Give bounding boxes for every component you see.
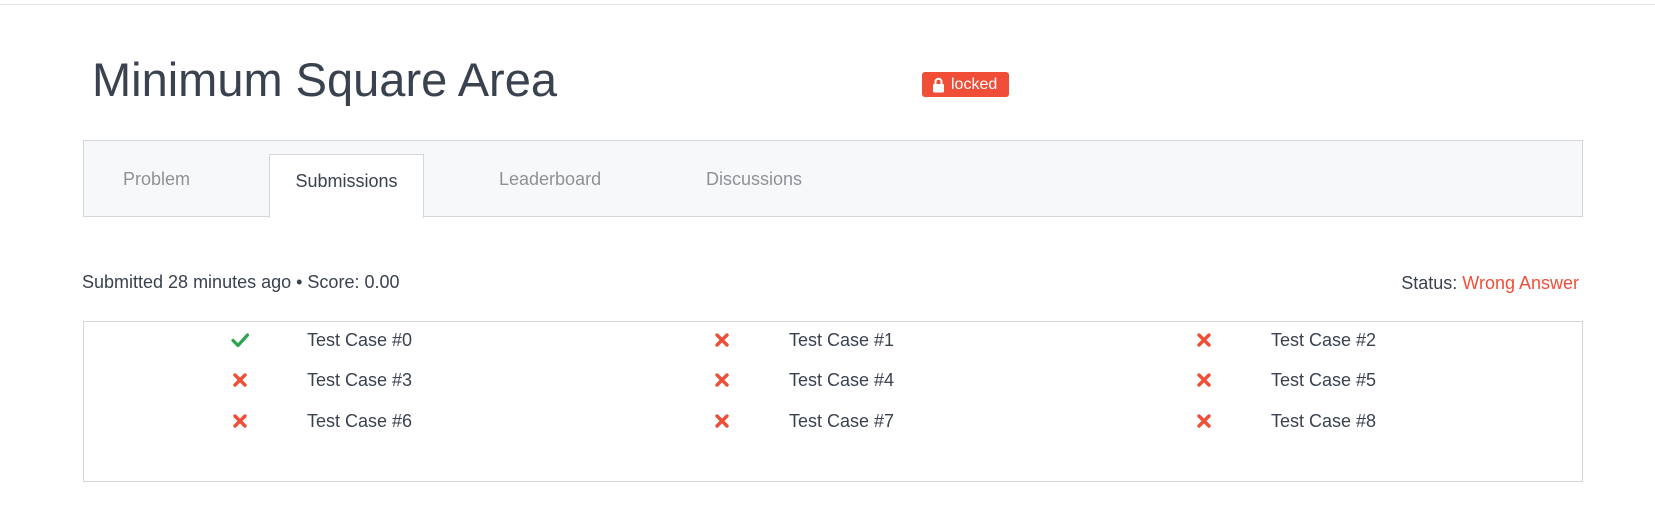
page-title: Minimum Square Area xyxy=(92,53,557,106)
tab-submissions[interactable]: Submissions xyxy=(269,154,424,218)
cross-icon xyxy=(713,371,731,389)
cross-icon xyxy=(713,331,731,349)
test-case-item[interactable]: Test Case #7 xyxy=(713,409,933,433)
test-case-item[interactable]: Test Case #6 xyxy=(231,409,451,433)
test-case-label: Test Case #1 xyxy=(789,330,895,350)
test-case-label: Test Case #2 xyxy=(1271,330,1377,350)
tab-leaderboard[interactable]: Leaderboard xyxy=(499,141,601,217)
test-case-item[interactable]: Test Case #5 xyxy=(1195,368,1415,392)
cross-icon xyxy=(231,371,249,389)
test-case-label: Test Case #8 xyxy=(1271,411,1377,431)
locked-badge: locked xyxy=(922,72,1010,97)
test-case-label: Test Case #5 xyxy=(1271,370,1377,390)
test-case-label: Test Case #0 xyxy=(307,330,413,350)
locked-badge-label: locked xyxy=(951,76,998,93)
test-case-label: Test Case #6 xyxy=(307,411,413,431)
tab-bar: Problem Submissions Leaderboard Discussi… xyxy=(83,140,1583,218)
tab-problem[interactable]: Problem xyxy=(123,141,190,217)
test-cases-panel: Test Case #0 Test Case #1 Test Case #2 Test… xyxy=(83,321,1583,482)
submission-status: Status: Wrong Answer xyxy=(1401,272,1579,294)
top-divider xyxy=(0,4,1655,5)
cross-icon xyxy=(1195,371,1213,389)
lock-icon xyxy=(932,77,945,93)
test-case-label: Test Case #3 xyxy=(307,370,413,390)
cross-icon xyxy=(1195,331,1213,349)
status-value: Wrong Answer xyxy=(1462,273,1579,293)
cross-icon xyxy=(713,412,731,430)
cross-icon xyxy=(231,412,249,430)
status-label: Status: xyxy=(1401,273,1458,293)
test-case-item[interactable]: Test Case #3 xyxy=(231,368,451,392)
test-case-item[interactable]: Test Case #8 xyxy=(1195,409,1415,433)
tab-discussions[interactable]: Discussions xyxy=(706,141,802,217)
test-case-item[interactable]: Test Case #0 xyxy=(231,328,451,352)
test-case-item[interactable]: Test Case #2 xyxy=(1195,328,1415,352)
test-case-item[interactable]: Test Case #1 xyxy=(713,328,933,352)
check-icon xyxy=(231,331,249,349)
test-case-label: Test Case #4 xyxy=(789,370,895,390)
test-case-item[interactable]: Test Case #4 xyxy=(713,368,933,392)
cross-icon xyxy=(1195,412,1213,430)
submission-summary: Submitted 28 minutes ago • Score: 0.00 xyxy=(82,272,400,292)
test-case-label: Test Case #7 xyxy=(789,411,895,431)
